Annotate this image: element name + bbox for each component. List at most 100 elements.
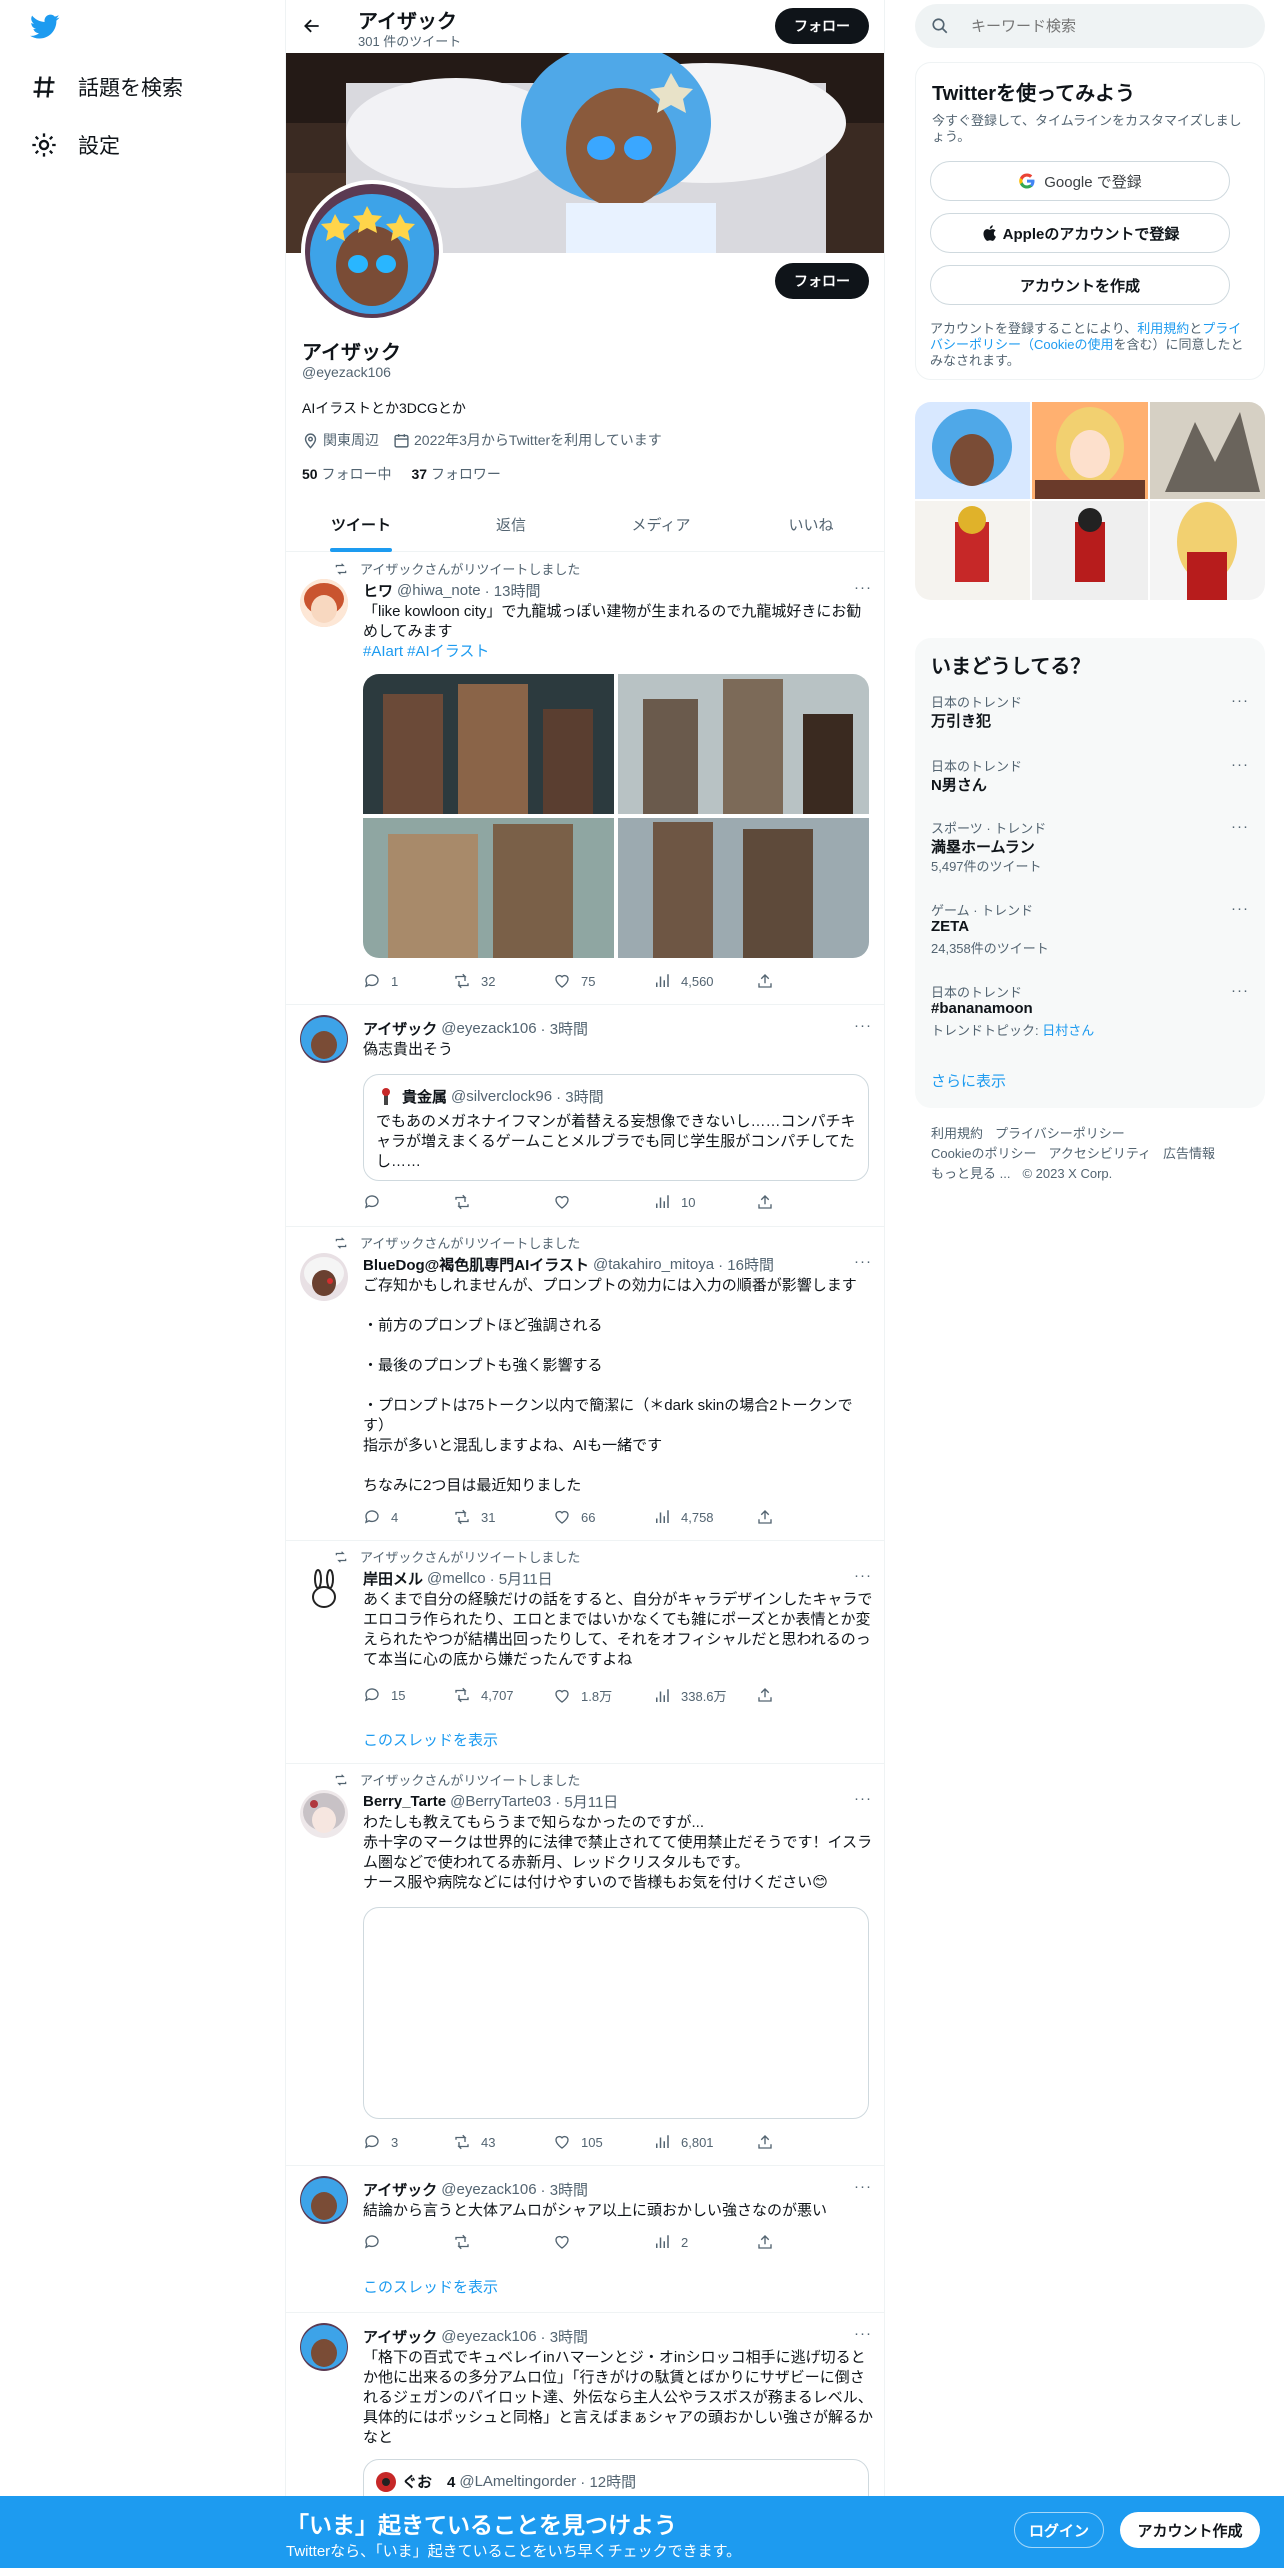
tweet-avatar[interactable]: [300, 1253, 348, 1301]
retweet-button[interactable]: [453, 2233, 481, 2251]
tweet-time[interactable]: · 3時間: [541, 1018, 589, 1039]
tweet-author-name[interactable]: BlueDog@褐色肌専門AIイラスト: [363, 1254, 589, 1275]
share-button[interactable]: [756, 972, 784, 990]
tweet-media-placeholder[interactable]: [363, 1907, 869, 2119]
tweet-author-handle[interactable]: @takahiro_mitoya: [593, 1256, 714, 1273]
more-options-icon[interactable]: ···: [854, 1253, 872, 1270]
views-button[interactable]: 338.6万: [653, 1686, 727, 1705]
reply-button[interactable]: 4: [363, 1508, 398, 1526]
reply-button[interactable]: [363, 1193, 391, 1211]
tweet-author-handle[interactable]: @BerryTarte03: [450, 1793, 551, 1810]
share-button[interactable]: [756, 2133, 784, 2151]
following-link[interactable]: 50 フォロー中: [302, 464, 391, 484]
tweet-author-name[interactable]: Berry_Tarte: [363, 1793, 446, 1810]
like-button[interactable]: [553, 2233, 581, 2251]
tweet-media-grid[interactable]: [363, 674, 869, 958]
views-button[interactable]: 6,801: [653, 2133, 714, 2151]
retweet-button[interactable]: 43: [453, 2133, 495, 2151]
footer-privacy[interactable]: プライバシーポリシー: [995, 1126, 1125, 1141]
profile-avatar[interactable]: [301, 180, 443, 322]
tweet-time[interactable]: · 16時間: [718, 1254, 774, 1275]
footer-more[interactable]: もっと見る ...: [931, 1166, 1010, 1181]
retweet-button[interactable]: [453, 1193, 481, 1211]
tab-likes[interactable]: いいね: [736, 498, 884, 551]
followers-link[interactable]: 37 フォロワー: [411, 464, 500, 484]
trends-show-more[interactable]: さらに表示: [931, 1070, 1006, 1091]
profile-follow-button[interactable]: フォロー: [775, 263, 869, 299]
views-button[interactable]: 4,560: [653, 972, 714, 990]
tweet-author-name[interactable]: アイザック: [363, 2179, 437, 2200]
create-account-button[interactable]: アカウントを作成: [930, 265, 1230, 305]
show-thread-link[interactable]: このスレッドを表示: [363, 1729, 498, 1750]
reply-button[interactable]: 3: [363, 2133, 398, 2151]
tweet-author-handle[interactable]: @eyezack106: [441, 1020, 536, 1037]
views-button[interactable]: 2: [653, 2233, 688, 2251]
tweet[interactable]: アイザックさんがリツイートしました 岸田メル @mellco · 5月11日 ···…: [286, 1541, 884, 1764]
tab-tweets[interactable]: ツイート: [286, 498, 436, 551]
tweet-avatar[interactable]: [300, 2323, 348, 2371]
tweet-author-name[interactable]: 岸田メル: [363, 1568, 423, 1589]
retweet-button[interactable]: 31: [453, 1508, 495, 1526]
share-button[interactable]: [756, 2233, 784, 2251]
retweet-button[interactable]: 4,707: [453, 1686, 514, 1704]
trend-more-icon[interactable]: ···: [1231, 982, 1249, 999]
tweet-avatar[interactable]: [300, 1567, 348, 1615]
tweet[interactable]: アイザックさんがリツイートしました ヒワ @hiwa_note · 13時間 ···…: [286, 553, 884, 1005]
reply-button[interactable]: 15: [363, 1686, 405, 1704]
more-options-icon[interactable]: ···: [854, 2178, 872, 2195]
nav-explore[interactable]: 話題を検索: [30, 72, 183, 102]
tweet[interactable]: アイザックさんがリツイートしました Berry_Tarte @BerryTarte…: [286, 1764, 884, 2166]
footer-terms[interactable]: 利用規約: [931, 1126, 983, 1141]
share-button[interactable]: [756, 1686, 784, 1704]
tweet-avatar[interactable]: [300, 2176, 348, 2224]
tweet[interactable]: アイザックさんがリツイートしました BlueDog@褐色肌専門AIイラスト @ta…: [286, 1227, 884, 1541]
more-options-icon[interactable]: ···: [854, 579, 872, 596]
more-options-icon[interactable]: ···: [854, 2325, 872, 2342]
trend-item[interactable]: スポーツ · トレンド 満塁ホームラン 5,497件のツイート ···: [915, 818, 1265, 896]
like-button[interactable]: 1.8万: [553, 1686, 612, 1705]
back-arrow-icon[interactable]: [302, 16, 322, 36]
terms-link[interactable]: 利用規約: [1137, 321, 1189, 336]
trend-more-icon[interactable]: ···: [1231, 818, 1249, 835]
search-input[interactable]: [971, 4, 1251, 48]
show-thread-link[interactable]: このスレッドを表示: [363, 2276, 498, 2297]
footer-accessibility[interactable]: アクセシビリティ: [1048, 1146, 1151, 1161]
reply-button[interactable]: 1: [363, 972, 398, 990]
like-button[interactable]: 105: [553, 2133, 603, 2151]
tweet-time[interactable]: · 5月11日: [490, 1568, 553, 1589]
tweet-time[interactable]: · 3時間: [541, 2326, 589, 2347]
signup-button[interactable]: アカウント作成: [1120, 2512, 1260, 2548]
quoted-tweet[interactable]: 貴金属 @silverclock96 · 3時間 でもあのメガネナイフマンが着替える…: [363, 1074, 869, 1181]
tweet-author-name[interactable]: アイザック: [363, 1018, 437, 1039]
more-options-icon[interactable]: ···: [854, 1567, 872, 1584]
more-options-icon[interactable]: ···: [854, 1017, 872, 1034]
trend-topic-link[interactable]: 日村さん: [1042, 1023, 1094, 1038]
google-signup-button[interactable]: Google で登録: [930, 161, 1230, 201]
views-button[interactable]: 4,758: [653, 1508, 714, 1526]
like-button[interactable]: 66: [553, 1508, 595, 1526]
tweet-avatar[interactable]: [300, 579, 348, 627]
tweet[interactable]: アイザック @eyezack106 · 3時間 ··· 偽志貴出そう 貴金属 @sil…: [286, 1005, 884, 1227]
trend-item[interactable]: 日本のトレンド #bananamoon トレンドトピック: 日村さん ···: [915, 982, 1265, 1060]
apple-signup-button[interactable]: Appleのアカウントで登録: [930, 213, 1230, 253]
like-button[interactable]: 75: [553, 972, 595, 990]
footer-ads[interactable]: 広告情報: [1163, 1146, 1215, 1161]
header-follow-button[interactable]: フォロー: [775, 8, 869, 44]
trend-item[interactable]: ゲーム · トレンド ZETA 24,358件のツイート ···: [915, 900, 1265, 978]
trend-more-icon[interactable]: ···: [1231, 756, 1249, 773]
tweet-author-name[interactable]: アイザック: [363, 2326, 437, 2347]
tweet-avatar[interactable]: [300, 1015, 348, 1063]
tweet-time[interactable]: · 13時間: [485, 580, 541, 601]
tweet-author-handle[interactable]: @mellco: [427, 1570, 486, 1587]
trend-more-icon[interactable]: ···: [1231, 692, 1249, 709]
tweet-author-handle[interactable]: @eyezack106: [441, 2181, 536, 2198]
tweet-author-name[interactable]: ヒワ: [363, 580, 393, 601]
tweet-author-handle[interactable]: @eyezack106: [441, 2328, 536, 2345]
tweet[interactable]: アイザック @eyezack106 · 3時間 ··· 結論から言うと大体アムロがシ…: [286, 2166, 884, 2313]
tweet-time[interactable]: · 3時間: [541, 2179, 589, 2200]
search-bar[interactable]: [915, 4, 1265, 48]
tweet-author-handle[interactable]: @hiwa_note: [397, 582, 481, 599]
share-button[interactable]: [756, 1508, 784, 1526]
login-button[interactable]: ログイン: [1014, 2512, 1104, 2548]
views-button[interactable]: 10: [653, 1193, 695, 1211]
